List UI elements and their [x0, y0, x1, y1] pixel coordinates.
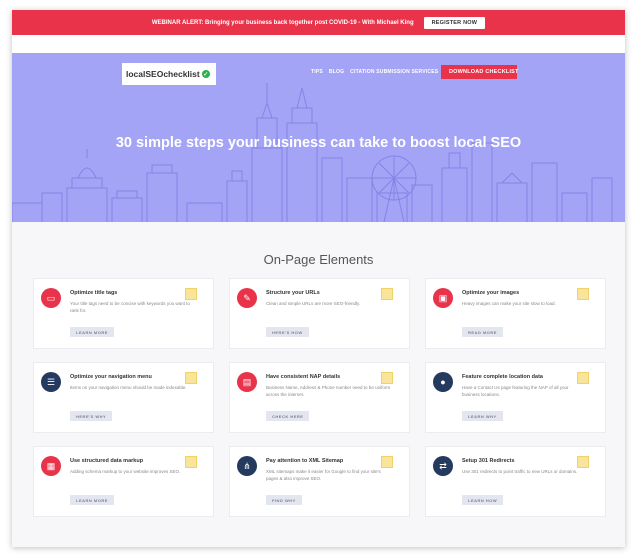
card-description: Your title tags need to be concise with …	[70, 301, 190, 313]
card-button[interactable]: HERE'S HOW	[266, 327, 309, 337]
card-button[interactable]: LEARN MORE	[70, 327, 114, 337]
register-now-button[interactable]: REGISTER NOW	[423, 16, 486, 29]
bookmark-checkbox[interactable]	[185, 456, 197, 468]
card-title: Optimize your images	[462, 290, 520, 296]
checkmark-icon: ✓	[201, 70, 210, 78]
card-button[interactable]: HERE'S WHY	[70, 411, 113, 421]
card-description: Use 301 redirects to point traffic to ne…	[462, 469, 578, 474]
card-description: Adding schema markup to your website imp…	[70, 469, 181, 474]
bookmark-checkbox[interactable]	[381, 456, 393, 468]
card-description: Clean and simple URLs are more SEO-frien…	[266, 301, 361, 306]
redirect-icon: ⇄	[433, 456, 453, 476]
bookmark-checkbox[interactable]	[577, 372, 589, 384]
bookmark-checkbox[interactable]	[185, 372, 197, 384]
checklist-card: ▤ Have consistent NAP details Business N…	[229, 362, 410, 433]
card-title: Structure your URLs	[266, 290, 320, 296]
bookmark-checkbox[interactable]	[381, 372, 393, 384]
hero-banner: localSEOchecklist ✓ TIPS BLOG CITATION S…	[12, 53, 625, 222]
checklist-card: ▦ Use structured data markup Adding sche…	[33, 446, 214, 517]
card-title: Optimize title tags	[70, 290, 118, 296]
menu-icon: ☰	[41, 372, 61, 392]
nav-item-tips[interactable]: TIPS	[311, 69, 323, 75]
card-description: Business Name, Address & Phone number ne…	[266, 385, 391, 397]
bookmark-checkbox[interactable]	[577, 288, 589, 300]
checklist-card: ⋔ Pay attention to XML Sitemap XML sitem…	[229, 446, 410, 517]
card-button[interactable]: LEARN MORE	[70, 495, 114, 505]
card-title: Optimize your navigation menu	[70, 374, 152, 380]
card-button[interactable]: FIND WHY	[266, 495, 302, 505]
download-checklist-button[interactable]: DOWNLOAD CHECKLIST	[441, 65, 518, 79]
checklist-card: ☰ Optimize your navigation menu Items on…	[33, 362, 214, 433]
webinar-alert-bar: WEBINAR ALERT: Bringing your business ba…	[12, 10, 625, 35]
nav-item-blog[interactable]: BLOG	[329, 69, 344, 75]
checklist-card: ✎ Structure your URLs Clean and simple U…	[229, 278, 410, 349]
main-nav: TIPS BLOG CITATION SUBMISSION SERVICES D…	[311, 65, 518, 79]
card-title: Pay attention to XML Sitemap	[266, 458, 344, 464]
card-button[interactable]: CHECK HERE	[266, 411, 310, 421]
location-card-icon: ▤	[237, 372, 257, 392]
bookmark-checkbox[interactable]	[577, 456, 589, 468]
map-pin-icon: ●	[433, 372, 453, 392]
card-title: Have consistent NAP details	[266, 374, 341, 380]
nav-item-citation-services[interactable]: CITATION SUBMISSION SERVICES	[350, 69, 438, 75]
sitemap-icon: ⋔	[237, 456, 257, 476]
card-title: Use structured data markup	[70, 458, 144, 464]
card-title: Setup 301 Redirects	[462, 458, 515, 464]
hero-headline: 30 simple steps your business can take t…	[115, 135, 522, 151]
card-description: XML sitemaps make it easier for Google t…	[266, 469, 381, 481]
card-title: Feature complete location data	[462, 374, 543, 380]
image-icon: ▣	[433, 288, 453, 308]
alert-text: WEBINAR ALERT: Bringing your business ba…	[151, 19, 414, 26]
checklist-card: ▭ Optimize title tags Your title tags ne…	[33, 278, 214, 349]
document-icon: ▦	[41, 456, 61, 476]
top-spacer	[12, 35, 625, 53]
card-description: Items on your navigation menu should be …	[70, 385, 187, 390]
checklist-card: ⇄ Setup 301 Redirects Use 301 redirects …	[425, 446, 606, 517]
checklist-cards-grid: ▭ Optimize title tags Your title tags ne…	[33, 278, 608, 517]
checklist-card: ● Feature complete location data Have a …	[425, 362, 606, 433]
site-logo[interactable]: localSEOchecklist ✓	[122, 63, 216, 85]
card-button[interactable]: LEARN HOW	[462, 495, 504, 505]
card-description: Have a Contact Us page featuring the NAP…	[462, 385, 569, 397]
card-button[interactable]: LEARN WHY	[462, 411, 503, 421]
checklist-card: ▣ Optimize your images Heavy images can …	[425, 278, 606, 349]
browser-frame: WEBINAR ALERT: Bringing your business ba…	[12, 10, 625, 547]
bookmark-checkbox[interactable]	[185, 288, 197, 300]
browser-icon: ▭	[41, 288, 61, 308]
logo-text: localSEOchecklist	[126, 69, 200, 79]
card-button[interactable]: READ MORE	[462, 327, 503, 337]
bookmark-checkbox[interactable]	[381, 288, 393, 300]
pencil-icon: ✎	[237, 288, 257, 308]
card-description: Heavy images can make your site slow to …	[462, 301, 556, 306]
section-title: On-Page Elements	[263, 252, 374, 267]
